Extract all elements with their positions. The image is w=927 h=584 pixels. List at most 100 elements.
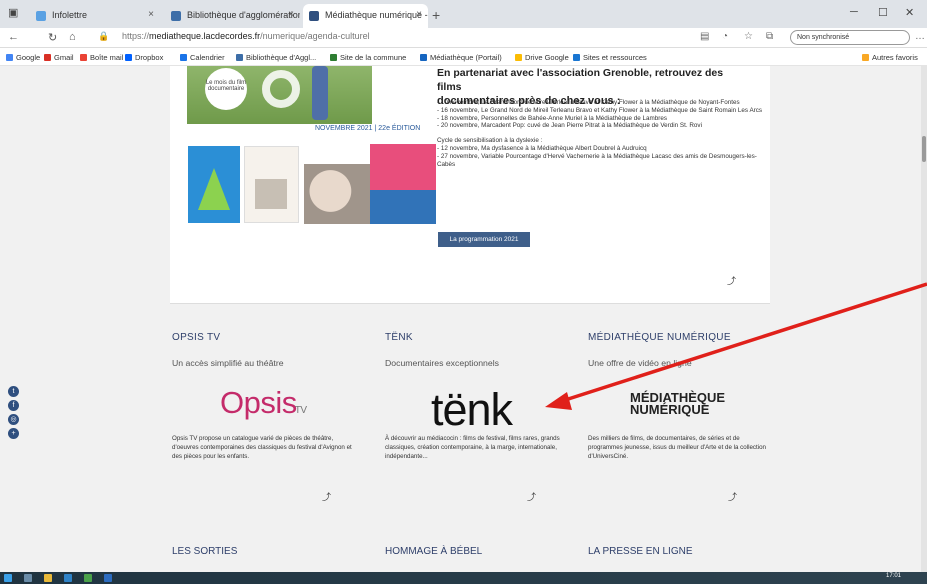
section-tenk: TËNK Documentaires exceptionnels tënk À … — [385, 332, 565, 502]
collections-icon[interactable]: ⧉ — [766, 31, 773, 42]
twitter-icon[interactable]: t — [8, 386, 19, 397]
film-thumbnail[interactable] — [244, 146, 299, 223]
festival-poster-image[interactable]: Le mois du film documentaire — [187, 66, 372, 124]
event-spacer — [437, 130, 767, 137]
tracking-icon[interactable]: ◔ — [722, 31, 728, 42]
profile-label: Non synchronisé — [797, 34, 850, 41]
bookmark-label: Drive Google — [525, 53, 569, 62]
lock-icon: 🔒 — [98, 31, 110, 41]
share-icon[interactable]: ⤴ — [322, 490, 331, 503]
bookmark-item[interactable]: Autres favoris — [862, 53, 918, 62]
opsis-logo[interactable]: OpsisTV — [220, 385, 307, 421]
back-icon[interactable]: ← — [8, 31, 19, 43]
bookmark-item[interactable]: Bibliothèque d'Aggl... — [236, 53, 316, 62]
browser-tab-1[interactable]: Infolettre × — [30, 4, 160, 28]
bookmark-label: Boîte mail — [90, 53, 124, 62]
reader-mode-icon[interactable]: ▤ — [700, 31, 709, 42]
section-title-hommage-bebel[interactable]: HOMMAGE À BÉBEL — [385, 546, 482, 557]
bookmark-icon — [862, 54, 869, 61]
film-thumbnail[interactable] — [370, 144, 436, 224]
bookmark-label: Calendrier — [190, 53, 225, 62]
os-taskbar: 17:01 — [0, 572, 927, 584]
bookmark-icon — [573, 54, 580, 61]
poster-tag: Le mois du film documentaire — [205, 68, 247, 110]
tab-close-icon[interactable]: × — [288, 9, 294, 20]
bookmark-label: Médiathèque (Portail) — [430, 53, 502, 62]
section-subtitle: Documentaires exceptionnels — [385, 358, 499, 368]
poster-person-graphic — [312, 66, 328, 120]
tab-favicon-icon — [171, 11, 181, 21]
tenk-logo[interactable]: tënk — [431, 384, 513, 436]
browser-tab-2[interactable]: Bibliothèque d'agglomération × — [165, 4, 300, 28]
bookmark-icon — [420, 54, 427, 61]
bookmark-item[interactable]: Calendrier — [180, 53, 225, 62]
window-menu-icon[interactable]: ▣ — [8, 6, 18, 19]
browser-tab-bar: ▣ Infolettre × Bibliothèque d'agglomérat… — [0, 0, 927, 28]
share-icon[interactable]: ⤴ — [527, 490, 536, 503]
section-description: À découvrir au médiacocin : films de fes… — [385, 435, 560, 460]
taskbar-clock: 17:01 — [885, 573, 901, 579]
intro-line: En partenariat avec l'association Grenob… — [437, 67, 724, 93]
bookmark-item[interactable]: Site de la commune — [330, 53, 406, 62]
event-line: - 12 novembre, Ma dysfasence à la Médiat… — [437, 144, 647, 152]
edge-icon[interactable] — [64, 574, 72, 582]
bookmark-item[interactable]: Drive Google — [515, 53, 569, 62]
opsis-logo-sub: TV — [294, 405, 307, 416]
section-title[interactable]: MÉDIATHÈQUE NUMÉRIQUE — [588, 332, 768, 343]
address-bar-row: ← ↻ ⌂ 🔒 https://mediatheque.lacdecordes.… — [0, 28, 927, 48]
tab-title: Médiathèque numérique - Agglo — [325, 10, 428, 20]
browser-tab-active[interactable]: Médiathèque numérique - Agglo × — [303, 4, 428, 28]
profile-button[interactable]: Non synchronisé — [790, 30, 910, 45]
url-field[interactable]: https://mediatheque.lacdecordes.fr/numer… — [118, 31, 678, 45]
start-icon[interactable] — [4, 574, 12, 582]
mediatheque-numerique-logo[interactable]: MÉDIATHÈQUE NUMÉRIQUE — [630, 391, 740, 416]
share-icon[interactable]: + — [8, 428, 19, 439]
bookmark-icon — [330, 54, 337, 61]
file-explorer-icon[interactable] — [44, 574, 52, 582]
bookmark-label: Sites et ressources — [583, 53, 647, 62]
festival-date-label: NOVEMBRE 2021 | 22e ÉDITION — [315, 125, 421, 132]
poster-ring-graphic — [262, 70, 300, 108]
url-domain: mediatheque.lacdecordes.fr — [149, 31, 261, 41]
favorite-star-icon[interactable]: ☆ — [744, 31, 753, 42]
bookmark-item[interactable]: Sites et ressources — [573, 53, 647, 62]
bookmark-item[interactable]: Dropbox — [125, 53, 163, 62]
bookmark-label: Gmail — [54, 53, 74, 62]
event-line: Cycle de sensibilisation à la dyslexie : — [437, 137, 543, 145]
home-icon[interactable]: ⌂ — [69, 31, 76, 43]
section-title-les-sorties[interactable]: LES SORTIES — [172, 546, 237, 557]
facebook-icon[interactable]: f — [8, 400, 19, 411]
bookmark-item[interactable]: Boîte mail — [80, 53, 123, 62]
event-line: - 16 novembre, Le Grand Nord de Mireil T… — [437, 106, 763, 114]
maximize-icon[interactable]: ☐ — [878, 6, 888, 19]
section-title[interactable]: OPSIS TV — [172, 332, 352, 343]
share-icon[interactable]: ⤴ — [727, 274, 736, 287]
bookmark-label: Google — [16, 53, 41, 62]
close-window-icon[interactable]: ✕ — [905, 6, 914, 19]
programme-button[interactable]: La programmation 2021 — [438, 232, 530, 247]
film-thumbnail[interactable] — [304, 164, 370, 224]
share-icon[interactable]: ⤴ — [728, 490, 737, 503]
more-menu-icon[interactable]: … — [915, 31, 925, 42]
section-subtitle: Un accès simplifié au théâtre — [172, 358, 284, 368]
bookmark-item[interactable]: Google — [6, 53, 40, 62]
app-icon[interactable] — [84, 574, 92, 582]
search-icon[interactable] — [24, 574, 32, 582]
section-title[interactable]: TËNK — [385, 332, 565, 343]
bookmark-item[interactable]: Gmail — [44, 53, 74, 62]
bookmark-item[interactable]: Médiathèque (Portail) — [420, 53, 502, 62]
scrollbar-thumb[interactable] — [922, 136, 926, 162]
instagram-icon[interactable]: ◎ — [8, 414, 19, 425]
tab-close-icon[interactable]: × — [416, 9, 422, 20]
section-title-presse-en-ligne[interactable]: LA PRESSE EN LIGNE — [588, 546, 693, 557]
tab-favicon-icon — [36, 11, 46, 21]
bookmarks-bar: Google Gmail Boîte mail Dropbox Calendri… — [0, 48, 927, 66]
url-prefix: https:// — [122, 31, 150, 41]
tab-close-icon[interactable]: × — [148, 9, 154, 20]
app-icon[interactable] — [104, 574, 112, 582]
minimize-icon[interactable]: ─ — [850, 6, 858, 18]
film-thumbnail[interactable] — [188, 146, 240, 223]
page-scrollbar[interactable] — [921, 66, 927, 572]
reload-icon[interactable]: ↻ — [48, 31, 57, 44]
new-tab-button[interactable]: + — [432, 7, 440, 23]
